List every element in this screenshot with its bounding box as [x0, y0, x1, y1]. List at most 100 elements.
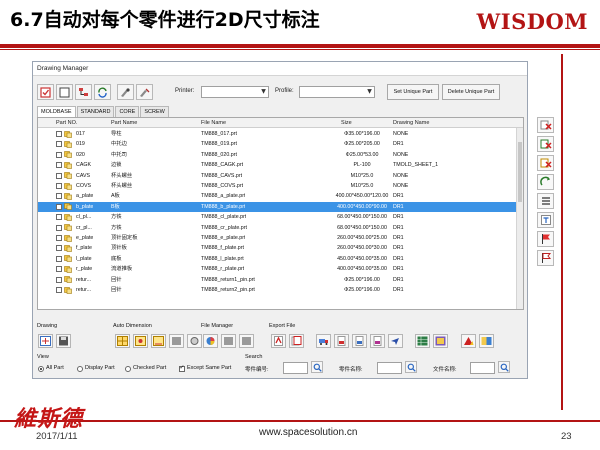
dimension-clear-button[interactable]: [169, 334, 184, 348]
remove-drawing-button[interactable]: [537, 117, 554, 133]
except-same-part-checkbox[interactable]: [179, 364, 185, 372]
table-row[interactable]: retur... 回针 TM888_return1_pin.prt Φ25.00*19…: [38, 275, 523, 285]
row-checkbox[interactable]: [56, 214, 62, 221]
uncheck-all-button[interactable]: [56, 84, 73, 100]
export-pdf-button[interactable]: [271, 334, 286, 348]
row-checkbox[interactable]: [56, 203, 62, 210]
view-display-part-radio[interactable]: [77, 366, 83, 372]
dimension-hole-button[interactable]: [133, 334, 148, 348]
row-checkbox[interactable]: [56, 162, 62, 169]
row-checkbox[interactable]: [56, 235, 62, 241]
annotation-button[interactable]: [537, 212, 554, 228]
update-view-button[interactable]: [537, 174, 554, 190]
export-chart-button[interactable]: [461, 334, 476, 348]
table-row[interactable]: cl_pl... 方铁 TM888_cl_plate.prt 68.00*450.00…: [38, 212, 523, 222]
row-checkbox[interactable]: [56, 172, 62, 179]
flag-red-button[interactable]: [537, 231, 554, 247]
check-all-button[interactable]: [37, 84, 54, 100]
table-row[interactable]: CAGK 边锁 TM888_CAGK.prt PL-100 TMOLD_SHEET_1: [38, 160, 523, 170]
tab-standard[interactable]: STANDARD: [76, 106, 115, 117]
section-view-button[interactable]: [537, 193, 554, 209]
search-part-name-button[interactable]: [405, 361, 417, 373]
cell-part-no: cr_pl...: [76, 224, 92, 231]
flag-outline-button[interactable]: [537, 250, 554, 266]
file-manager-disabled-2[interactable]: [239, 334, 254, 348]
table-row[interactable]: a_plate A板 TM888_a_plate.prt 400.00*450.00*…: [38, 191, 523, 201]
table-row[interactable]: 017 导柱 TM888_017.prt Φ35.00*196.00 NONE: [38, 129, 523, 139]
cell-part-no: 020: [76, 151, 85, 158]
view-all-part-radio[interactable]: [38, 366, 44, 372]
table-row[interactable]: b_plate B板 TM888_b_plate.prt 400.00*450.00*…: [38, 201, 523, 213]
refresh-button[interactable]: [94, 84, 111, 100]
part-icon: [64, 193, 72, 200]
update-arrow-icon: [539, 176, 550, 186]
search-file-name-button[interactable]: [498, 361, 510, 373]
row-checkbox[interactable]: [56, 224, 62, 231]
open-drawing-button[interactable]: [117, 84, 134, 100]
search-part-no-input[interactable]: [283, 362, 308, 374]
tab-moldbase[interactable]: MOLDBASE: [37, 106, 76, 117]
col-size[interactable]: Size: [341, 118, 352, 128]
search-part-no-button[interactable]: [311, 361, 323, 373]
table-row[interactable]: f_plate 顶针板 TM888_f_plate.prt 260.00*450.00…: [38, 243, 523, 253]
row-checkbox[interactable]: [56, 151, 62, 158]
table-row[interactable]: r_plate 流道推板 TM888_r_plate.prt 400.00*450.0…: [38, 264, 523, 274]
printer-select[interactable]: ▼: [201, 86, 269, 98]
view-checked-part-radio[interactable]: [125, 366, 131, 372]
edit-drawing-button[interactable]: [136, 84, 153, 100]
search-file-name-input[interactable]: [470, 362, 495, 374]
export-stp-button[interactable]: [334, 334, 349, 348]
table-row[interactable]: cr_pl... 方铁 TM888_cr_plate.prt 68.00*450.00…: [38, 223, 523, 233]
save-drawing-button[interactable]: [56, 334, 71, 348]
dimension-all-button[interactable]: [115, 334, 130, 348]
export-dxf-button[interactable]: [316, 334, 331, 348]
table-row[interactable]: 019 中托边 TM888_019.prt Φ25.00*205.00 DR1: [38, 139, 523, 149]
export-bom-button[interactable]: [433, 334, 448, 348]
remove-view-button[interactable]: [537, 155, 554, 171]
row-checkbox[interactable]: [56, 193, 62, 200]
export-dwg-button[interactable]: [289, 334, 304, 348]
table-row[interactable]: CAVS 杯头螺丝 TM888_CAVS.prt M10*25.0 NONE: [38, 171, 523, 181]
row-checkbox[interactable]: [56, 141, 62, 148]
file-manager-open-button[interactable]: [203, 334, 218, 348]
row-checkbox[interactable]: [56, 255, 62, 262]
delete-unique-part-button[interactable]: Delete Unique Part: [442, 84, 500, 100]
tab-core[interactable]: CORE: [115, 106, 140, 117]
row-checkbox[interactable]: [56, 266, 62, 273]
search-part-name-input[interactable]: [377, 362, 402, 374]
row-checkbox[interactable]: [56, 131, 62, 137]
col-drawing-name[interactable]: Drawing Name: [393, 118, 429, 128]
row-checkbox[interactable]: [56, 183, 62, 189]
export-cgm-button[interactable]: [370, 334, 385, 348]
table-row[interactable]: COVS 杯头螺丝 TM888_COVS.prt M10*25.0 NONE: [38, 181, 523, 191]
table-row[interactable]: retur... 回针 TM888_return2_pin.prt Φ25.00*19…: [38, 285, 523, 295]
col-part-no[interactable]: Part NO.: [56, 118, 77, 128]
part-icon: [64, 255, 72, 263]
table-scrollbar[interactable]: [516, 128, 523, 309]
dimension-hole-icon: [135, 336, 146, 346]
row-checkbox[interactable]: [56, 276, 62, 283]
cell-size: M10*25.0: [350, 172, 374, 179]
table-row[interactable]: l_plate 底板 TM888_l_plate.prt 450.00*450.00*…: [38, 254, 523, 264]
file-manager-disabled-1[interactable]: [221, 334, 236, 348]
export-send-button[interactable]: [388, 334, 403, 348]
new-drawing-button[interactable]: [38, 334, 53, 348]
row-checkbox[interactable]: [56, 287, 62, 293]
tree-button[interactable]: [75, 84, 92, 100]
set-unique-part-button[interactable]: Set Unique Part: [387, 84, 439, 100]
dimension-settings-button[interactable]: [187, 334, 202, 348]
scrollbar-thumb[interactable]: [518, 142, 522, 202]
cell-size: M10*25.0: [350, 183, 374, 189]
profile-select[interactable]: ▼: [299, 86, 375, 98]
col-part-name[interactable]: Part Name: [111, 118, 137, 128]
export-compare-button[interactable]: [479, 334, 494, 348]
col-file-name[interactable]: File Name: [201, 118, 226, 128]
dimension-edge-button[interactable]: [151, 334, 166, 348]
tab-screw[interactable]: SCREW: [140, 106, 169, 117]
table-row[interactable]: 020 中托司 TM888_020.prt Φ25.00*53.00 NONE: [38, 150, 523, 160]
remove-sheet-button[interactable]: [537, 136, 554, 152]
table-row[interactable]: e_plate 顶针固定板 TM888_e_plate.prt 260.00*450.…: [38, 233, 523, 243]
export-igs-button[interactable]: [352, 334, 367, 348]
export-excel-button[interactable]: [415, 334, 430, 348]
row-checkbox[interactable]: [56, 245, 62, 252]
